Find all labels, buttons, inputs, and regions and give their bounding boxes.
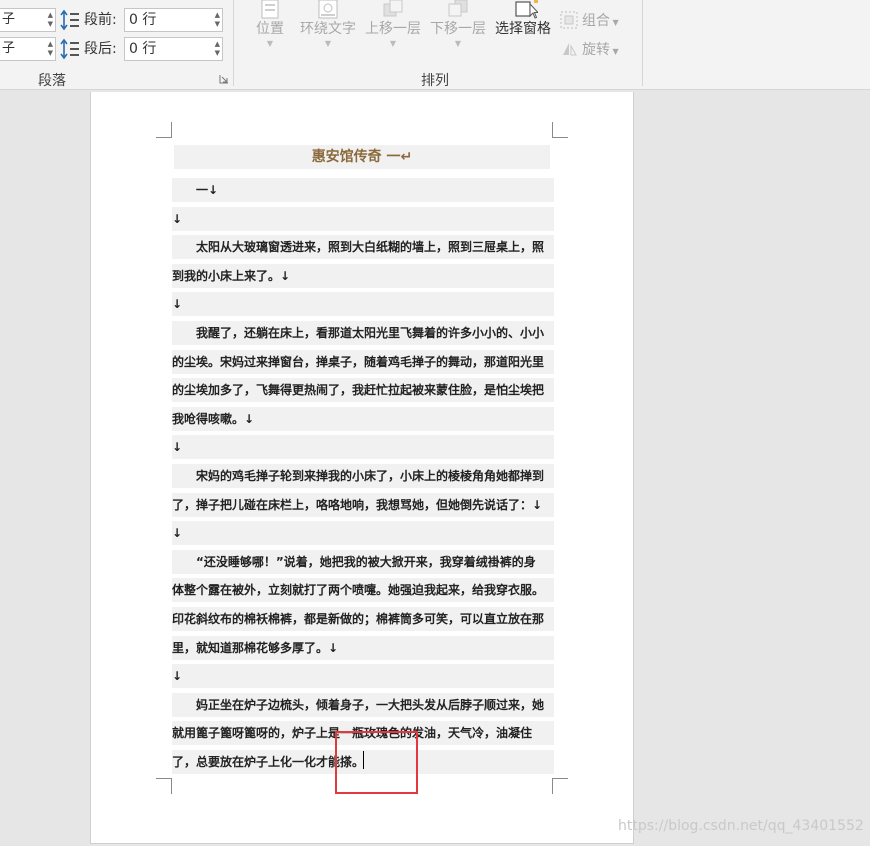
spacing-after-input[interactable]: 0 行 ▲ ▼ xyxy=(124,37,223,61)
spacing-after-label: 段后: xyxy=(84,41,117,57)
bring-forward-label: 上移一层 xyxy=(365,21,421,37)
document-line[interactable]: 太阳从大玻璃窗透进来，照到大白纸糊的墙上，照到三屉桌上，照 xyxy=(172,235,554,259)
chevron-down-icon: ▼ xyxy=(454,39,462,48)
document-line[interactable]: ↓ xyxy=(172,664,554,688)
document-line[interactable]: 了，掸子把儿碰在床栏上，咯咯地响，我想骂她，但她倒先说话了：↓ xyxy=(172,493,554,517)
rotate-label: 旋转 xyxy=(582,42,610,58)
document-line[interactable]: 我醒了，还躺在床上，看那道太阳光里飞舞着的许多小小的、小小 xyxy=(172,321,554,345)
indent-right-value: 子 xyxy=(2,41,16,56)
rotate-button[interactable]: 旋转 ▼ xyxy=(560,39,619,61)
document-line[interactable]: 到我的小床上来了。↓ xyxy=(172,264,554,288)
document-line[interactable]: 一↓ xyxy=(172,178,554,202)
indent-left-field[interactable]: 子 ▲ ▼ xyxy=(0,8,56,32)
position-button[interactable]: 位置 ▼ xyxy=(250,0,290,62)
group-label: 组合 xyxy=(582,13,610,29)
spacing-before-icon xyxy=(60,9,79,31)
spacing-before-input[interactable]: 0 行 ▲ ▼ xyxy=(124,8,223,32)
document-line[interactable]: ↓ xyxy=(172,435,554,459)
document-line[interactable]: 的尘埃。宋妈过来掸窗台，掸桌子，随着鸡毛掸子的舞动，那道阳光里 xyxy=(172,350,554,374)
bring-forward-icon xyxy=(383,0,403,17)
ribbon-separator xyxy=(233,0,234,86)
spacing-before-label: 段前: xyxy=(84,12,117,28)
document-line[interactable]: ↓ xyxy=(172,207,554,231)
spacing-before-value: 0 行 xyxy=(129,12,157,28)
document-line[interactable]: 我呛得咳嗽。↓ xyxy=(172,407,554,431)
wrap-text-label: 环绕文字 xyxy=(300,21,356,37)
watermark: https://blog.csdn.net/qq_43401552 xyxy=(618,818,864,834)
indent-right-field[interactable]: 子 ▲ ▼ xyxy=(0,37,56,61)
send-backward-icon xyxy=(448,0,468,17)
document-line[interactable]: 体整个露在被外，立刻就打了两个喷嚏。她强迫我起来，给我穿衣服。 xyxy=(172,578,554,602)
spinner-arrows-icon[interactable]: ▲ ▼ xyxy=(215,11,220,29)
chevron-down-icon: ▼ xyxy=(389,39,397,48)
position-icon xyxy=(261,0,279,19)
wrap-text-button[interactable]: 环绕文字 ▼ xyxy=(297,0,359,62)
wrap-text-icon xyxy=(318,0,338,19)
crop-mark-bottom-left xyxy=(156,778,172,794)
ribbon: 子 ▲ ▼ 子 ▲ ▼ 段前: 0 行 ▲ ▼ 段后: 0 行 ▲ ▼ 段落 位… xyxy=(0,0,870,90)
ribbon-separator xyxy=(642,0,643,86)
spacing-after-icon xyxy=(60,38,79,60)
send-backward-label: 下移一层 xyxy=(430,21,486,37)
crop-mark-bottom-right xyxy=(552,778,568,794)
group-button[interactable]: 组合 ▼ xyxy=(560,10,619,32)
crop-mark-top-right xyxy=(552,122,568,138)
selection-pane-icon xyxy=(515,0,538,19)
chevron-down-icon: ▼ xyxy=(324,39,332,48)
document-line[interactable]: 宋妈的鸡毛掸子轮到来掸我的小床了，小床上的棱棱角角她都掸到 xyxy=(172,464,554,488)
spinner-arrows-icon[interactable]: ▲ ▼ xyxy=(48,11,53,29)
send-backward-button[interactable]: 下移一层 ▼ xyxy=(427,0,489,62)
selection-pane-button[interactable]: 选择窗格 xyxy=(492,0,554,62)
rotate-icon xyxy=(563,43,577,56)
document-line[interactable]: 印花斜纹布的棉袄棉裤，都是新做的；棉裤筒多可笑，可以直立放在那 xyxy=(172,607,554,631)
arrange-group-label: 排列 xyxy=(421,73,449,89)
document-title[interactable]: 惠安馆传奇 一↵ xyxy=(174,145,550,169)
document-line[interactable]: 妈正坐在炉子边梳头，倾着身子，一大把头发从后脖子顺过来，她 xyxy=(172,693,554,717)
document-line[interactable]: “还没睡够哪！”说着，她把我的被大掀开来，我穿着绒褂裤的身 xyxy=(172,550,554,574)
dialog-launcher-icon[interactable] xyxy=(219,74,229,84)
selection-pane-label: 选择窗格 xyxy=(495,21,551,37)
document-line[interactable]: 的尘埃加多了，飞舞得更热闹了，我赶忙拉起被来蒙住脸，是怕尘埃把 xyxy=(172,378,554,402)
spacing-after-value: 0 行 xyxy=(129,41,157,57)
spinner-arrows-icon[interactable]: ▲ ▼ xyxy=(215,40,220,58)
chevron-down-icon: ▼ xyxy=(266,39,274,48)
document-line[interactable]: ↓ xyxy=(172,521,554,545)
position-label: 位置 xyxy=(256,21,284,37)
spinner-arrows-icon[interactable]: ▲ ▼ xyxy=(48,40,53,58)
crop-mark-top-left xyxy=(156,122,172,138)
document-line[interactable]: 里，就知道那棉花够多厚了。↓ xyxy=(172,636,554,660)
group-icon xyxy=(560,11,578,29)
indent-left-value: 子 xyxy=(2,12,16,27)
chevron-down-icon: ▼ xyxy=(610,18,619,27)
document-line[interactable]: ↓ xyxy=(172,292,554,316)
highlight-box xyxy=(335,731,418,794)
bring-forward-button[interactable]: 上移一层 ▼ xyxy=(362,0,424,62)
paragraph-group-label: 段落 xyxy=(38,73,66,89)
chevron-down-icon: ▼ xyxy=(610,47,619,56)
